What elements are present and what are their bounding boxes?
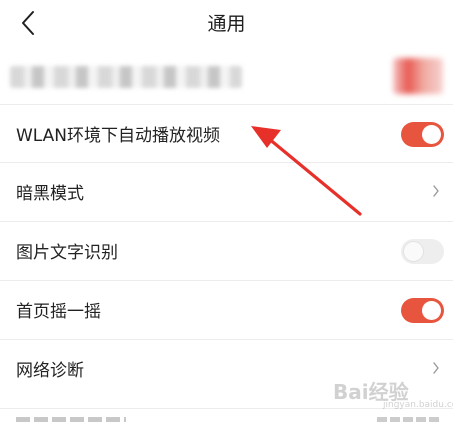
setting-label: 网络诊断 — [16, 361, 84, 381]
setting-row-image-text-recognition: 图片文字识别 — [0, 221, 453, 279]
image-text-recognition-toggle[interactable] — [401, 239, 444, 264]
account-row[interactable] — [0, 50, 453, 104]
blurred-avatar — [393, 58, 443, 94]
chevron-right-icon — [433, 185, 439, 197]
home-shake-toggle[interactable] — [401, 298, 444, 323]
header-bar: 通用 — [0, 0, 453, 46]
blurred-account-text — [10, 66, 242, 88]
partial-row-text — [16, 417, 126, 422]
toggle-knob — [422, 301, 441, 320]
setting-label: 暗黑模式 — [16, 184, 84, 204]
watermark-subtext: jingyan.baidu.com — [383, 400, 453, 410]
toggle-knob — [422, 125, 441, 144]
page-title: 通用 — [207, 13, 246, 35]
setting-label: WLAN环境下自动播放视频 — [16, 126, 221, 146]
setting-row-home-shake: 首页摇一摇 — [0, 280, 453, 338]
setting-label: 图片文字识别 — [16, 243, 118, 263]
setting-row-wlan-autoplay: WLAN环境下自动播放视频 — [0, 104, 453, 162]
toggle-knob — [404, 242, 423, 261]
partial-row-value — [377, 417, 441, 422]
setting-label: 首页摇一摇 — [16, 302, 101, 322]
wlan-autoplay-toggle[interactable] — [401, 122, 444, 147]
setting-row-dark-mode[interactable]: 暗黑模式 — [0, 162, 453, 220]
baidu-jingyan-watermark: Bai经验 jingyan.baidu.com — [333, 372, 453, 412]
